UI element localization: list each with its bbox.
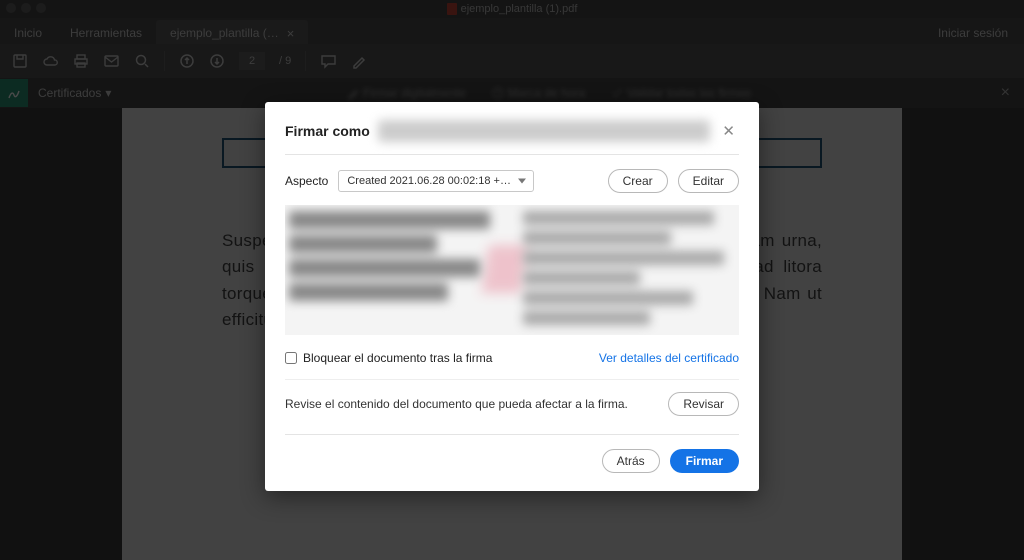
aspect-select[interactable]: Created 2021.06.28 00:02:18 +…: [338, 170, 534, 192]
dialog-identity-blurred: [378, 120, 711, 142]
review-text: Revise el contenido del documento que pu…: [285, 397, 658, 411]
aspect-label: Aspecto: [285, 174, 328, 188]
sign-button[interactable]: Firmar: [670, 449, 739, 473]
signature-preview: [285, 205, 739, 335]
lock-document-checkbox[interactable]: [285, 352, 297, 364]
sign-dialog: Firmar como ✕ Aspecto Created 2021.06.28…: [265, 102, 759, 491]
review-button[interactable]: Revisar: [668, 392, 739, 416]
certificate-details-link[interactable]: Ver detalles del certificado: [599, 351, 739, 365]
back-button[interactable]: Atrás: [602, 449, 660, 473]
lock-document-label: Bloquear el documento tras la firma: [303, 351, 492, 365]
modal-overlay: Firmar como ✕ Aspecto Created 2021.06.28…: [0, 0, 1024, 560]
edit-button[interactable]: Editar: [678, 169, 739, 193]
create-button[interactable]: Crear: [608, 169, 668, 193]
dialog-title: Firmar como: [285, 123, 370, 139]
dialog-close-icon[interactable]: ✕: [718, 122, 739, 140]
